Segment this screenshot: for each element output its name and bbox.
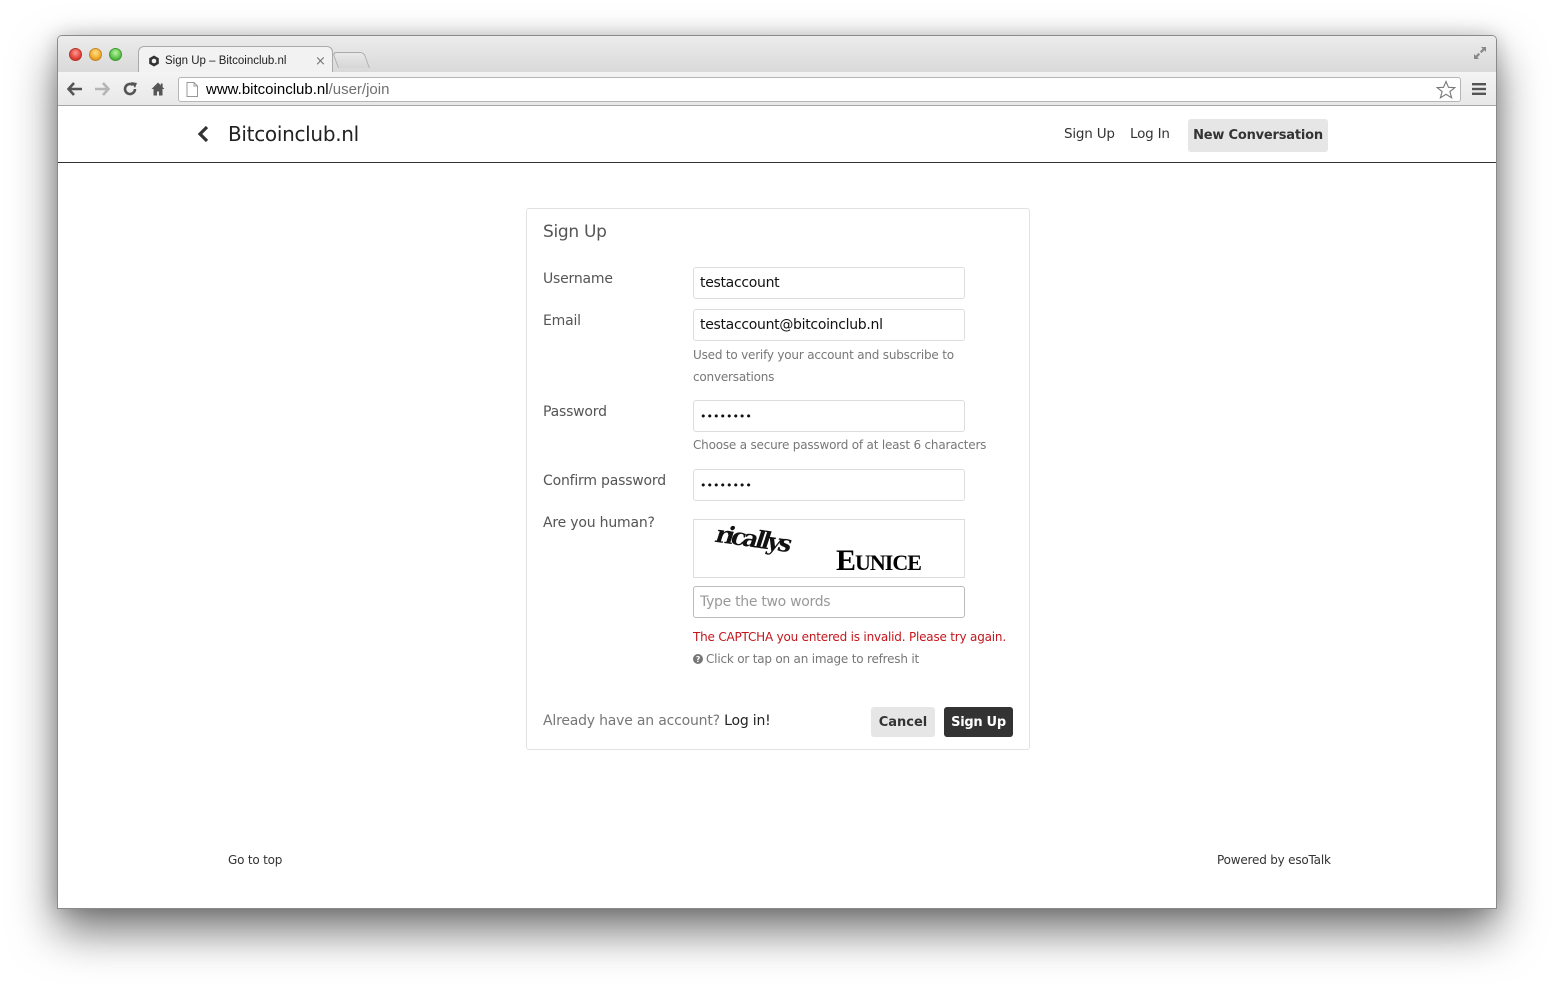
forward-arrow-icon (95, 82, 110, 96)
home-button[interactable] (148, 79, 168, 99)
password-help-text: Choose a secure password of at least 6 c… (693, 438, 987, 452)
new-conversation-button[interactable]: New Conversation (1188, 119, 1328, 152)
captcha-input[interactable] (693, 586, 965, 618)
login-prompt-text: Already have an account? (543, 713, 720, 729)
form-title: Sign Up (543, 222, 607, 242)
fullscreen-icon[interactable] (1472, 45, 1488, 61)
url-path: /user/join (328, 81, 390, 98)
url-host: www.bitcoinclub.nl (206, 81, 329, 98)
log-in-link[interactable]: Log in! (724, 713, 771, 729)
page-icon (186, 82, 198, 97)
captcha-image[interactable]: ricallys EUNICE (693, 519, 965, 578)
browser-window: Sign Up – Bitcoinclub.nl × www.bitcoincl… (57, 35, 1497, 909)
back-button[interactable] (65, 79, 85, 99)
chevron-left-icon[interactable] (196, 125, 210, 143)
username-label: Username (543, 271, 613, 287)
page-viewport: Bitcoinclub.nl Sign Up Log In New Conver… (58, 107, 1496, 908)
back-arrow-icon (67, 82, 82, 96)
site-brand[interactable]: Bitcoinclub.nl (228, 122, 359, 146)
site-header: Bitcoinclub.nl Sign Up Log In New Conver… (58, 107, 1496, 163)
minimize-window-button[interactable] (89, 48, 102, 61)
home-icon (151, 82, 165, 96)
captcha-word-2: EUNICE (836, 544, 922, 577)
title-bar: Sign Up – Bitcoinclub.nl × (58, 36, 1496, 73)
reload-button[interactable] (120, 79, 140, 99)
email-label: Email (543, 313, 581, 329)
captcha-refresh-hint: ? Click or tap on an image to refresh it (693, 652, 919, 666)
refresh-hint-text: Click or tap on an image to refresh it (706, 652, 920, 666)
tab-title: Sign Up – Bitcoinclub.nl (165, 55, 287, 67)
reload-icon (123, 82, 137, 96)
email-input[interactable] (693, 309, 965, 341)
header-log-in-link[interactable]: Log In (1130, 126, 1170, 142)
zoom-window-button[interactable] (109, 48, 122, 61)
cancel-button[interactable]: Cancel (871, 707, 935, 737)
login-prompt: Already have an account? Log in! (543, 713, 771, 729)
tab-close-icon[interactable]: × (315, 54, 326, 69)
menu-icon[interactable] (1472, 82, 1486, 96)
username-input[interactable] (693, 267, 965, 299)
browser-toolbar: www.bitcoinclub.nl/user/join (58, 72, 1496, 106)
go-to-top-link[interactable]: Go to top (228, 853, 282, 867)
bookmark-star-icon[interactable] (1436, 80, 1456, 100)
captcha-label: Are you human? (543, 515, 655, 531)
new-tab-button[interactable] (332, 52, 370, 68)
header-sign-up-link[interactable]: Sign Up (1064, 126, 1115, 142)
browser-tab-content[interactable]: Sign Up – Bitcoinclub.nl × (148, 50, 326, 72)
close-window-button[interactable] (69, 48, 82, 61)
password-input[interactable] (693, 400, 965, 432)
forward-button[interactable] (92, 79, 112, 99)
confirm-password-input[interactable] (693, 469, 965, 501)
url-text: www.bitcoinclub.nl/user/join (206, 81, 389, 98)
captcha-error-message: The CAPTCHA you entered is invalid. Plea… (693, 630, 1006, 644)
captcha-word-2-initial: E (836, 544, 856, 577)
email-help-text: Used to verify your account and subscrib… (693, 348, 954, 384)
question-circle-icon: ? (693, 654, 703, 664)
captcha-word-1: ricallys (711, 519, 794, 558)
address-bar[interactable]: www.bitcoinclub.nl/user/join (178, 77, 1461, 102)
password-label: Password (543, 404, 607, 420)
captcha-word-2-rest: UNICE (855, 550, 922, 575)
sign-up-submit-button[interactable]: Sign Up (944, 707, 1013, 737)
favicon-icon (149, 55, 159, 67)
powered-by-link[interactable]: Powered by esoTalk (1217, 853, 1331, 867)
sign-up-form: Sign Up Username Email Used to verify yo… (526, 208, 1030, 750)
confirm-password-label: Confirm password (543, 473, 666, 489)
